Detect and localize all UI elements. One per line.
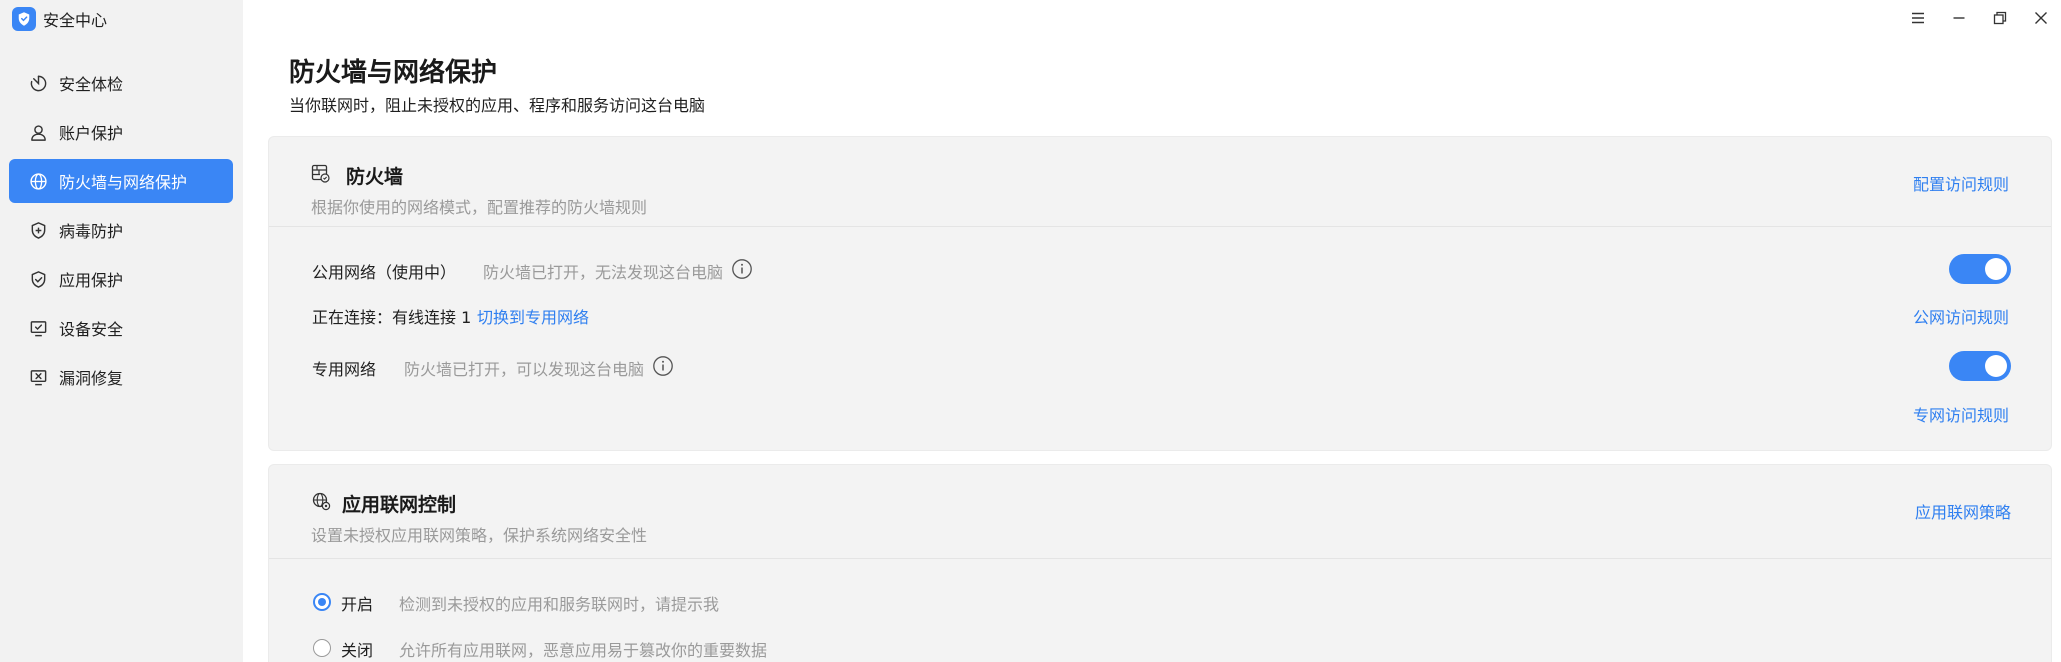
- scan-icon: [28, 73, 48, 93]
- close-icon[interactable]: [2020, 0, 2061, 36]
- configure-access-rules-link[interactable]: 配置访问规则: [1913, 171, 2009, 195]
- divider: [269, 558, 2051, 559]
- radio-enable-label: 开启: [341, 595, 374, 614]
- public-network-label: 公用网络（使用中）: [312, 263, 457, 282]
- radio-enable-hint: 检测到未授权的应用和服务联网时，请提示我: [399, 595, 720, 614]
- sidebar-item-label: 病毒防护: [59, 222, 124, 241]
- sidebar-item-label: 防火墙与网络保护: [59, 173, 188, 192]
- info-icon[interactable]: [731, 258, 753, 280]
- sidebar: 安全中心 安全体检 账户保护 防火墙与网络保护 病毒防护 应用保护 设备安全 漏…: [0, 0, 243, 662]
- restore-icon[interactable]: [1979, 0, 2020, 36]
- private-network-status: 防火墙已打开，可以发现这台电脑: [404, 360, 645, 379]
- private-network-toggle[interactable]: [1949, 351, 2011, 381]
- globe-icon: [28, 171, 48, 191]
- toggle-knob: [1985, 258, 2007, 280]
- private-network-label: 专用网络: [312, 360, 377, 379]
- sidebar-item-firewall[interactable]: 防火墙与网络保护: [9, 159, 233, 203]
- menu-icon[interactable]: [1897, 0, 1938, 36]
- minimize-icon[interactable]: [1938, 0, 1979, 36]
- public-network-status: 防火墙已打开，无法发现这台电脑: [483, 263, 724, 282]
- page-description: 当你联网时，阻止未授权的应用、程序和服务访问这台电脑: [289, 96, 706, 115]
- app-control-subtitle: 设置未授权应用联网策略，保护系统网络安全性: [311, 526, 648, 545]
- app-network-control-card: 应用联网控制 设置未授权应用联网策略，保护系统网络安全性 应用联网策略 开启 检…: [268, 464, 2052, 662]
- switch-to-private-link[interactable]: 切换到专用网络: [477, 304, 589, 328]
- sidebar-item-label: 设备安全: [59, 320, 124, 339]
- divider: [269, 226, 2051, 227]
- network-gear-icon: [311, 491, 331, 511]
- app-network-policy-link[interactable]: 应用联网策略: [1915, 499, 2011, 523]
- firewall-title: 防火墙: [346, 166, 404, 188]
- firewall-card: 防火墙 根据你使用的网络模式，配置推荐的防火墙规则 配置访问规则 公用网络（使用…: [268, 136, 2052, 451]
- user-icon: [28, 122, 48, 142]
- sidebar-item-label: 账户保护: [59, 124, 124, 143]
- private-access-rules-link[interactable]: 专网访问规则: [1913, 402, 2009, 426]
- monitor-x-icon: [28, 367, 48, 387]
- sidebar-item-app-protection[interactable]: 应用保护: [9, 257, 233, 301]
- shield-plus-icon: [28, 220, 48, 240]
- sidebar-item-vulnerability-fix[interactable]: 漏洞修复: [9, 355, 233, 399]
- radio-disable[interactable]: [313, 639, 331, 657]
- monitor-check-icon: [28, 318, 48, 338]
- sidebar-item-device-security[interactable]: 设备安全: [9, 306, 233, 350]
- shield-icon: [12, 7, 36, 31]
- sidebar-item-virus-protection[interactable]: 病毒防护: [9, 208, 233, 252]
- sidebar-item-label: 安全体检: [59, 75, 124, 94]
- window-controls: [1897, 0, 2061, 36]
- public-network-toggle[interactable]: [1949, 254, 2011, 284]
- page-title: 防火墙与网络保护: [289, 58, 498, 88]
- sidebar-item-security-check[interactable]: 安全体检: [9, 61, 233, 105]
- app-title: 安全中心: [43, 11, 108, 30]
- sidebar-nav: 安全体检 账户保护 防火墙与网络保护 病毒防护 应用保护 设备安全 漏洞修复: [9, 61, 233, 404]
- info-icon[interactable]: [652, 355, 674, 377]
- public-access-rules-link[interactable]: 公网访问规则: [1913, 304, 2009, 328]
- app-control-title: 应用联网控制: [342, 494, 457, 516]
- sidebar-item-label: 应用保护: [59, 271, 124, 290]
- sidebar-item-account-protection[interactable]: 账户保护: [9, 110, 233, 154]
- current-connection-text: 正在连接：有线连接 1: [312, 308, 472, 327]
- radio-disable-hint: 允许所有应用联网，恶意应用易于篡改你的重要数据: [399, 641, 768, 660]
- radio-disable-label: 关闭: [341, 641, 374, 660]
- toggle-knob: [1985, 355, 2007, 377]
- app-header: 安全中心: [12, 6, 107, 32]
- sidebar-item-label: 漏洞修复: [59, 369, 124, 388]
- firewall-icon: [311, 164, 331, 184]
- firewall-subtitle: 根据你使用的网络模式，配置推荐的防火墙规则: [311, 198, 648, 217]
- shield-check-icon: [28, 269, 48, 289]
- radio-enable[interactable]: [313, 593, 331, 611]
